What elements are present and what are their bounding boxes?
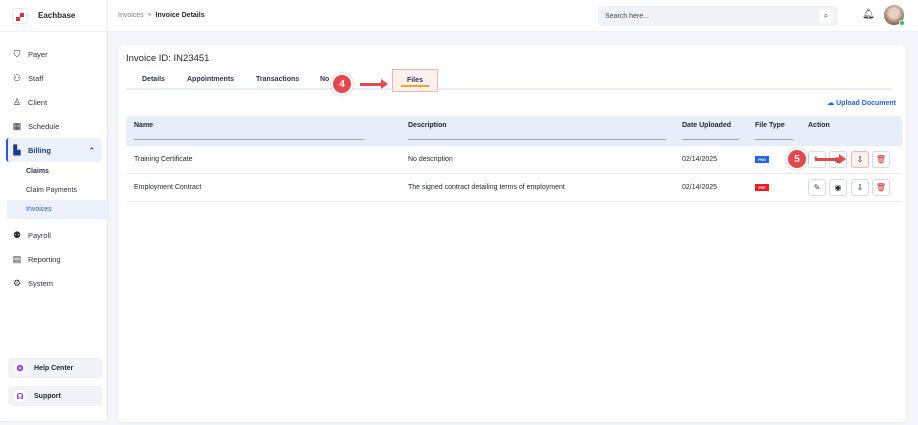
- brand: Eachbase: [0, 0, 107, 32]
- tab-notes[interactable]: No: [320, 72, 329, 83]
- shield-icon: ⛉: [13, 48, 21, 59]
- page-title: Invoice ID: IN23451: [126, 53, 210, 64]
- sidebar-item-system[interactable]: ⚙ System: [0, 271, 101, 295]
- avatar[interactable]: [884, 5, 905, 26]
- sidebar: Eachbase ⛉ Payer ⚇ Staff ♙ Client ▦ Schedule…: [0, 0, 108, 421]
- brand-name: Eachbase: [38, 11, 76, 20]
- step-marker-4: 4: [331, 73, 353, 95]
- file-name: Training Certificate: [134, 156, 193, 163]
- column-name: Name: [134, 122, 364, 140]
- sidebar-item-reporting[interactable]: ▤ Reporting: [0, 247, 101, 271]
- search-icon[interactable]: ⌕: [819, 9, 833, 23]
- chevron-up-icon: ⌃: [88, 145, 95, 155]
- view-button[interactable]: ◉: [829, 179, 847, 196]
- annotation-arrow: [815, 154, 846, 164]
- tab-appointments[interactable]: Appointments: [187, 72, 234, 83]
- step-marker-5: 5: [786, 148, 808, 170]
- table-header: Name Description Date Uploaded File Type…: [126, 116, 902, 146]
- payroll-icon: ⚉: [12, 229, 22, 240]
- upload-document-button[interactable]: ☁ Upload Document: [827, 99, 896, 107]
- edit-button[interactable]: ✎: [808, 179, 826, 196]
- search-input[interactable]: Search here... ⌕: [598, 6, 838, 26]
- sidebar-item-staff[interactable]: ⚇ Staff: [0, 66, 101, 90]
- sidebar-sub-claim-payments[interactable]: Claim Payments: [0, 181, 107, 200]
- breadcrumb: Invoices > Invoice Details: [118, 12, 205, 19]
- billing-icon: ▙: [13, 144, 21, 155]
- tabs: Details Appointments Transactions No Fil…: [126, 69, 892, 92]
- breadcrumb-invoices[interactable]: Invoices: [118, 12, 144, 19]
- download-button[interactable]: ⇩: [851, 151, 869, 168]
- delete-button[interactable]: 🗑︎: [872, 151, 890, 168]
- column-action: Action: [808, 122, 830, 129]
- calendar-icon: ▦: [12, 120, 22, 131]
- bell-icon[interactable]: 🔔︎: [862, 9, 875, 20]
- clipboard-icon: ▤: [12, 253, 22, 264]
- logo: [12, 7, 28, 24]
- column-description: Description: [408, 122, 666, 140]
- active-tab-indicator: [401, 85, 429, 87]
- gear-icon: ⚙: [12, 277, 22, 288]
- column-file-type: File Type: [755, 122, 793, 140]
- file-description: No description: [408, 156, 453, 163]
- tab-files[interactable]: Files: [392, 69, 438, 92]
- breadcrumb-current: Invoice Details: [155, 12, 205, 19]
- download-button[interactable]: ⇩: [851, 179, 869, 196]
- pdf-badge: PDF: [755, 184, 769, 191]
- invoice-card: Invoice ID: IN23451 Details Appointments…: [118, 45, 906, 422]
- png-badge: PNG: [755, 156, 769, 163]
- help-icon: ❂: [14, 362, 26, 374]
- delete-button[interactable]: 🗑︎: [872, 179, 890, 196]
- topbar: Invoices > Invoice Details Search here..…: [108, 0, 918, 32]
- file-name: Employment Contract: [134, 184, 202, 191]
- sidebar-sub-claims[interactable]: Claims: [0, 162, 107, 181]
- sidebar-sub-invoices[interactable]: Invoices: [7, 200, 107, 219]
- sidebar-item-payroll[interactable]: ⚉ Payroll: [0, 223, 101, 247]
- help-center-button[interactable]: ❂ Help Center: [8, 358, 102, 378]
- file-date: 02/14/2025: [682, 184, 718, 191]
- user-icon: ♙: [12, 96, 22, 107]
- tab-transactions[interactable]: Transactions: [256, 72, 299, 83]
- file-date: 02/14/2025: [682, 156, 718, 163]
- sidebar-item-schedule[interactable]: ▦ Schedule: [0, 114, 101, 138]
- support-button[interactable]: ☊ Support: [8, 386, 102, 406]
- tab-details[interactable]: Details: [142, 72, 165, 83]
- table-row: Employment Contract The signed contract …: [126, 174, 902, 202]
- online-status-dot: [899, 20, 905, 26]
- headset-icon: ☊: [14, 390, 26, 402]
- file-description: The signed contract detailing terms of e…: [408, 184, 565, 191]
- sidebar-item-client[interactable]: ♙ Client: [0, 90, 101, 114]
- users-icon: ⚇: [12, 72, 22, 83]
- sidebar-item-billing[interactable]: ▙ Billing ⌃: [6, 138, 101, 162]
- sidebar-item-payer[interactable]: ⛉ Payer: [0, 42, 101, 66]
- column-date: Date Uploaded: [682, 122, 739, 140]
- annotation-arrow: [360, 79, 388, 89]
- cloud-upload-icon: ☁: [827, 100, 835, 107]
